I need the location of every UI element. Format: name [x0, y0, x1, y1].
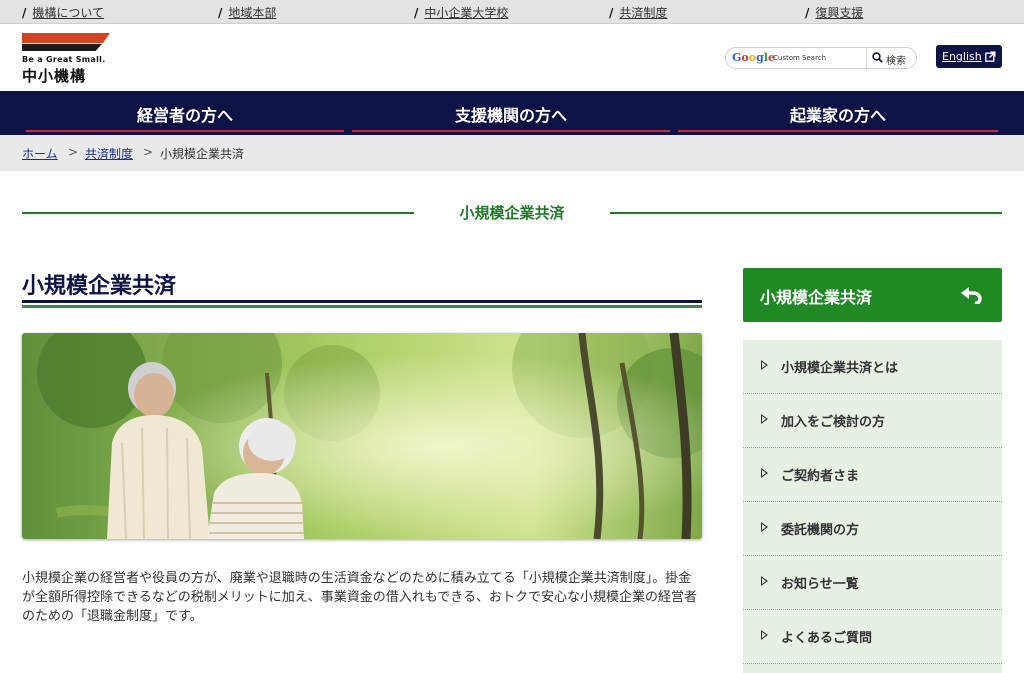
title-rule-green	[22, 305, 702, 308]
arrow-right-icon	[761, 576, 768, 586]
breadcrumb: ホーム > 共済制度 > 小規模企業共済	[0, 135, 1024, 171]
hero-photo-elderly-couple	[22, 333, 702, 539]
return-arrow-icon	[961, 287, 982, 304]
search-button[interactable]: 検索	[866, 48, 918, 68]
section-title: 小規模企業共済	[459, 204, 565, 222]
english-label: English	[942, 50, 982, 63]
util-link-about[interactable]: / 機構について	[22, 4, 104, 21]
search-icon	[872, 52, 883, 63]
site-logo[interactable]: Be a Great Small. 中小機構	[22, 33, 112, 85]
util-link-university[interactable]: / 中小企業大学校	[414, 4, 508, 21]
util-link-mutual-aid[interactable]: / 共済制度	[609, 4, 667, 21]
nav-support-orgs[interactable]: 支援機関の方へ	[350, 91, 672, 135]
arrow-right-icon	[761, 414, 768, 424]
arrow-right-icon	[761, 630, 768, 640]
main-nav: 経営者の方へ 支援機関の方へ 起業家の方へ	[0, 91, 1024, 135]
util-link-recovery[interactable]: / 復興支援	[805, 4, 863, 21]
search-input-placeholder[interactable]: Custom Search	[773, 54, 826, 62]
side-menu: 小規模企業共済とは 加入をご検討の方 ご契約者さま 委託機関の方 お知らせ一覧 …	[743, 340, 1002, 673]
google-logo: Google	[732, 51, 775, 64]
hero-image	[22, 333, 702, 539]
side-item-about[interactable]: 小規模企業共済とは	[743, 340, 1002, 394]
breadcrumb-separator: >	[68, 145, 79, 159]
side-menu-header[interactable]: 小規模企業共済	[743, 268, 1002, 322]
arrow-right-icon	[761, 522, 768, 532]
side-item-news[interactable]: お知らせ一覧	[743, 556, 1002, 610]
english-button[interactable]: English	[936, 45, 1002, 68]
section-divider-left	[22, 212, 414, 214]
logo-tagline: Be a Great Small.	[22, 55, 106, 64]
side-item-agencies[interactable]: 委託機関の方	[743, 502, 1002, 556]
site-header: Be a Great Small. 中小機構 Google Custom Sea…	[0, 24, 1024, 91]
site-search: Google Custom Search 検索	[725, 47, 917, 69]
section-divider-right	[610, 212, 1002, 214]
intro-text: 小規模企業の経営者や役員の方が、廃業や退職時の生活資金などのために積み立てる「小…	[22, 571, 697, 624]
side-item-contractors[interactable]: ご契約者さま	[743, 448, 1002, 502]
arrow-right-icon	[761, 360, 768, 370]
arrow-right-icon	[761, 468, 768, 478]
breadcrumb-current: 小規模企業共済	[160, 147, 245, 161]
logo-stripe-black	[22, 44, 102, 51]
logo-stripe-red	[22, 33, 110, 43]
util-link-regional-hq[interactable]: / 地域本部	[218, 4, 276, 21]
side-menu-title: 小規模企業共済	[760, 288, 873, 307]
utility-bar: / 機構について / 地域本部 / 中小企業大学校 / 共済制度 / 復興支援	[0, 0, 1024, 24]
nav-managers[interactable]: 経営者の方へ	[24, 91, 346, 135]
nav-entrepreneurs[interactable]: 起業家の方へ	[676, 91, 1000, 135]
logo-name: 中小機構	[22, 67, 87, 85]
side-item-considering[interactable]: 加入をご検討の方	[743, 394, 1002, 448]
breadcrumb-parent[interactable]: 共済制度	[85, 145, 133, 162]
external-link-icon	[985, 51, 996, 62]
side-item-faq[interactable]: よくあるご質問	[743, 610, 1002, 664]
title-rule-navy	[22, 300, 702, 303]
breadcrumb-home[interactable]: ホーム	[22, 145, 58, 162]
search-button-label: 検索	[886, 56, 906, 67]
breadcrumb-separator: >	[143, 145, 154, 159]
page-title: 小規模企業共済	[22, 274, 177, 299]
